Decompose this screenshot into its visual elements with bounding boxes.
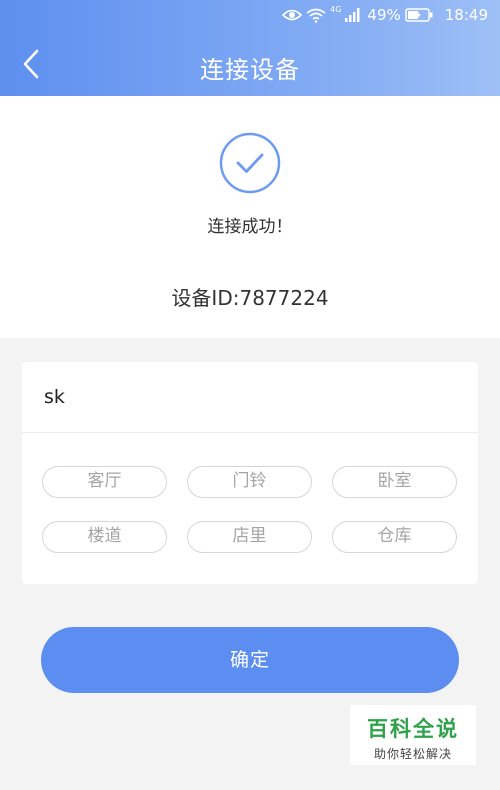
- network-type-label: 4G: [330, 4, 342, 14]
- tag-shop[interactable]: 店里: [187, 521, 312, 553]
- clock: 18:49: [444, 6, 488, 24]
- page-title: 连接设备: [200, 56, 300, 84]
- device-id: 设备ID:7877224: [0, 282, 500, 311]
- watermark-subtitle: 助你轻松解决: [373, 747, 452, 761]
- status-icons: 4G 49% 18:49: [282, 4, 488, 24]
- connection-success-panel: 连接成功！ 设备ID:7877224: [0, 96, 500, 338]
- confirm-button[interactable]: 确定: [41, 627, 459, 693]
- app-header: 4G 49% 18:49 连接设备: [0, 0, 500, 96]
- battery-percent: 49%: [367, 6, 401, 24]
- wifi-icon: [306, 8, 326, 23]
- battery-icon: [405, 8, 433, 22]
- eye-icon: [282, 8, 303, 22]
- device-name-card: 客厅 门铃 卧室 楼道 店里 仓库: [22, 362, 478, 584]
- tag-bedroom[interactable]: 卧室: [332, 466, 457, 498]
- device-name-input[interactable]: [22, 362, 478, 432]
- success-message: 连接成功！: [207, 217, 293, 237]
- signal-icon: [345, 8, 361, 22]
- watermark-logo: 百科全说 助你轻松解决: [350, 705, 476, 765]
- divider: [22, 432, 478, 433]
- watermark-title: 百科全说: [367, 717, 459, 741]
- status-bar: 4G 49% 18:49: [0, 0, 500, 34]
- device-id-label: 设备ID:: [171, 286, 240, 310]
- tag-warehouse[interactable]: 仓库: [332, 521, 457, 553]
- device-id-value: 7877224: [239, 286, 329, 310]
- tag-living-room[interactable]: 客厅: [42, 466, 167, 498]
- check-circle-icon: [219, 132, 281, 194]
- tag-doorbell[interactable]: 门铃: [187, 466, 312, 498]
- tag-corridor[interactable]: 楼道: [42, 521, 167, 553]
